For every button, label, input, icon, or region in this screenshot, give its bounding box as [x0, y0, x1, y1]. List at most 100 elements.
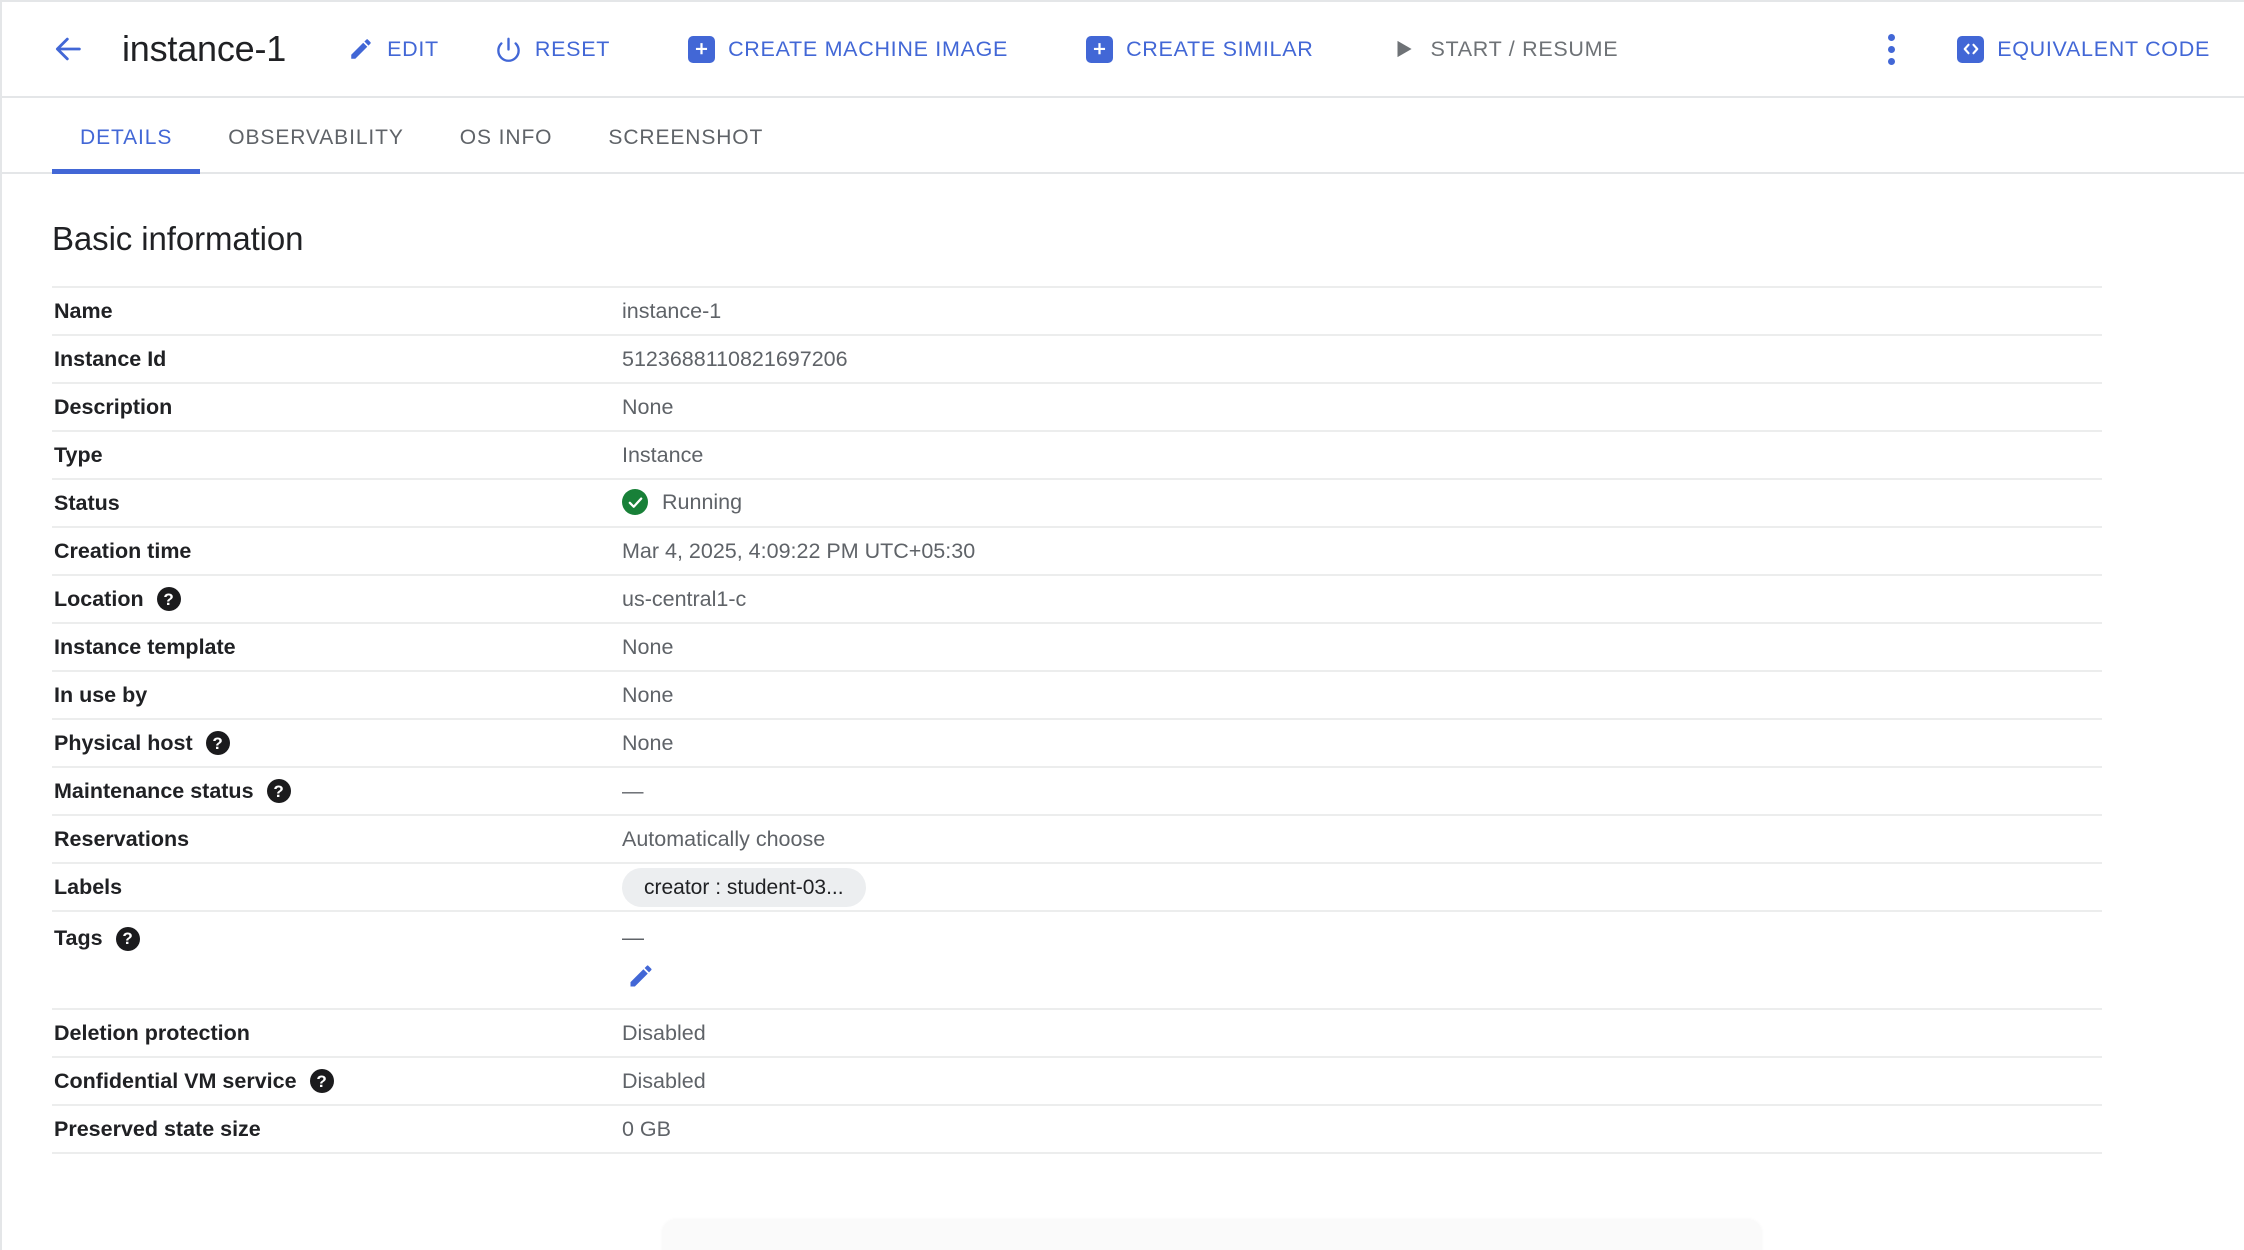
label-text: Deletion protection: [54, 1021, 250, 1046]
status-check-circle-icon: [622, 489, 648, 515]
table-row: Name instance-1: [52, 287, 2102, 335]
row-value-in-use-by: None: [612, 671, 2102, 719]
help-icon[interactable]: ?: [206, 731, 230, 755]
arrow-left-icon: [51, 32, 85, 66]
label-text: Name: [54, 299, 113, 324]
tab-os-info[interactable]: OS INFO: [432, 126, 581, 172]
row-label-confidential-vm-service: Confidential VM service ?: [52, 1057, 612, 1105]
edit-tags-button[interactable]: [618, 956, 664, 1002]
table-row: Location ? us-central1-c: [52, 575, 2102, 623]
kebab-dot: [1888, 34, 1895, 41]
label-text: Instance template: [54, 635, 236, 660]
row-label-instance-id: Instance Id: [52, 335, 612, 383]
row-value-physical-host: None: [612, 719, 2102, 767]
table-row: In use by None: [52, 671, 2102, 719]
table-row: Instance Id 5123688110821697206: [52, 335, 2102, 383]
vm-instance-details-page: instance-1 EDIT RESET: [0, 0, 2244, 1250]
label-text: Type: [54, 443, 103, 468]
top-toolbar: instance-1 EDIT RESET: [2, 2, 2244, 98]
label-chip[interactable]: creator : student-03...: [622, 868, 866, 907]
label-text: Creation time: [54, 539, 191, 564]
row-value-type: Instance: [612, 431, 2102, 479]
tab-observability-label: OBSERVABILITY: [228, 126, 404, 149]
start-resume-button[interactable]: START / RESUME: [1375, 22, 1634, 76]
row-label-type: Type: [52, 431, 612, 479]
row-value-location: us-central1-c: [612, 575, 2102, 623]
tab-screenshot[interactable]: SCREENSHOT: [580, 126, 791, 172]
tab-details[interactable]: DETAILS: [52, 126, 200, 172]
edit-button[interactable]: EDIT: [332, 22, 455, 76]
equivalent-code-button[interactable]: EQUIVALENT CODE: [1941, 22, 2226, 76]
table-row: Labels creator : student-03...: [52, 863, 2102, 911]
row-label-tags: Tags ?: [52, 911, 612, 1009]
row-value-reservations: Automatically choose: [612, 815, 2102, 863]
table-row: Tags ? —: [52, 911, 2102, 1009]
tab-details-label: DETAILS: [80, 126, 172, 149]
create-similar-label: CREATE SIMILAR: [1126, 37, 1313, 62]
equivalent-code-label: EQUIVALENT CODE: [1997, 37, 2210, 62]
row-label-labels: Labels: [52, 863, 612, 911]
row-label-description: Description: [52, 383, 612, 431]
create-machine-image-button[interactable]: CREATE MACHINE IMAGE: [672, 22, 1024, 76]
kebab-dot: [1888, 46, 1895, 53]
label-text: Status: [54, 491, 120, 516]
row-label-maintenance-status: Maintenance status ?: [52, 767, 612, 815]
start-resume-label: START / RESUME: [1430, 37, 1618, 62]
back-button[interactable]: [42, 23, 94, 75]
table-row: Instance template None: [52, 623, 2102, 671]
label-text: Preserved state size: [54, 1117, 261, 1142]
row-label-creation-time: Creation time: [52, 527, 612, 575]
label-text: Location: [54, 587, 144, 612]
plus-square-icon: [1086, 36, 1113, 63]
edit-label: EDIT: [387, 37, 439, 62]
table-row: Preserved state size 0 GB: [52, 1105, 2102, 1153]
label-text: Physical host: [54, 731, 193, 756]
row-label-deletion-protection: Deletion protection: [52, 1009, 612, 1057]
label-text: Tags: [54, 926, 103, 951]
help-icon[interactable]: ?: [116, 927, 140, 951]
row-value-maintenance-status: —: [612, 767, 2102, 815]
tab-screenshot-label: SCREENSHOT: [608, 126, 763, 149]
play-icon: [1391, 36, 1417, 62]
table-row: Deletion protection Disabled: [52, 1009, 2102, 1057]
details-panel: Basic information Name instance-1 Instan…: [2, 174, 2244, 1154]
create-similar-button[interactable]: CREATE SIMILAR: [1070, 22, 1329, 76]
row-label-status: Status: [52, 479, 612, 527]
row-label-instance-template: Instance template: [52, 623, 612, 671]
row-label-preserved-state-size: Preserved state size: [52, 1105, 612, 1153]
table-row: Description None: [52, 383, 2102, 431]
help-icon[interactable]: ?: [310, 1069, 334, 1093]
reset-button[interactable]: RESET: [479, 22, 626, 76]
bottom-panel-edge: [662, 1220, 1762, 1250]
table-row: Maintenance status ? —: [52, 767, 2102, 815]
tab-observability[interactable]: OBSERVABILITY: [200, 126, 432, 172]
table-row: Type Instance: [52, 431, 2102, 479]
plus-square-icon: [688, 36, 715, 63]
code-brackets-icon: [1957, 36, 1984, 63]
row-value-status: Running: [612, 479, 2102, 527]
tags-empty-dash: —: [622, 926, 644, 950]
label-text: Labels: [54, 875, 122, 900]
help-icon[interactable]: ?: [267, 779, 291, 803]
table-row: Reservations Automatically choose: [52, 815, 2102, 863]
create-machine-image-label: CREATE MACHINE IMAGE: [728, 37, 1008, 62]
table-row: Creation time Mar 4, 2025, 4:09:22 PM UT…: [52, 527, 2102, 575]
label-text: Reservations: [54, 827, 189, 852]
row-label-location: Location ?: [52, 575, 612, 623]
table-row: Confidential VM service ? Disabled: [52, 1057, 2102, 1105]
kebab-dot: [1888, 58, 1895, 65]
row-value-labels: creator : student-03...: [612, 863, 2102, 911]
label-text: Instance Id: [54, 347, 166, 372]
table-row: Physical host ? None: [52, 719, 2102, 767]
row-value-instance-template: None: [612, 623, 2102, 671]
label-text: Description: [54, 395, 172, 420]
row-value-preserved-state-size: 0 GB: [612, 1105, 2102, 1153]
row-value-description: None: [612, 383, 2102, 431]
row-value-creation-time: Mar 4, 2025, 4:09:22 PM UTC+05:30: [612, 527, 2102, 575]
kebab-menu-icon[interactable]: [1865, 23, 1917, 75]
row-label-name: Name: [52, 287, 612, 335]
help-icon[interactable]: ?: [157, 587, 181, 611]
basic-information-table: Name instance-1 Instance Id 512368811082…: [52, 286, 2102, 1154]
row-value-tags: —: [612, 911, 2102, 1009]
row-value-name: instance-1: [612, 287, 2102, 335]
